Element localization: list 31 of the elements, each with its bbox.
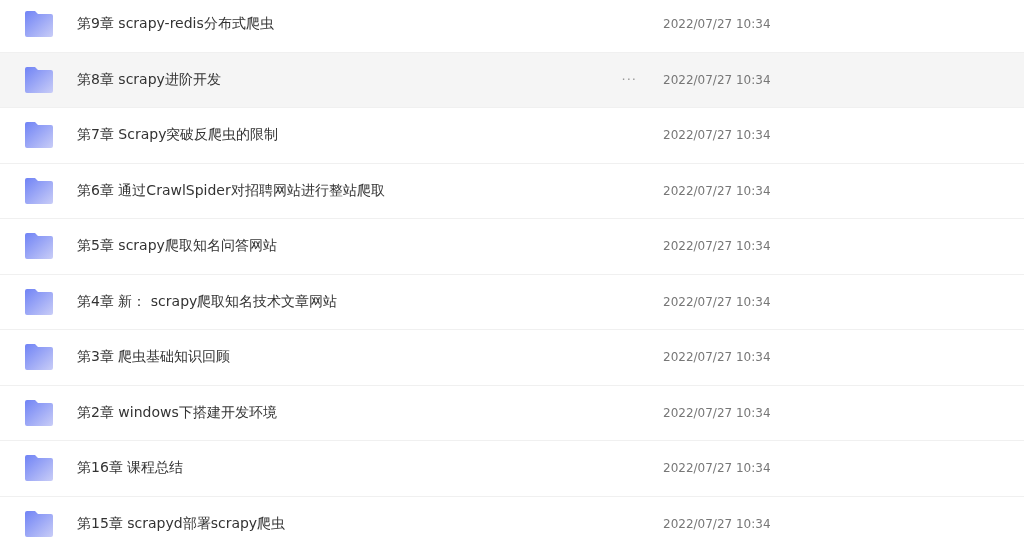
folder-icon <box>24 122 54 149</box>
folder-icon <box>24 399 54 426</box>
modified-date: 2022/07/27 10:34 <box>663 239 772 254</box>
folder-name: 第15章 scrapyd部署scrapy爬虫 <box>77 514 287 533</box>
folder-name: 第5章 scrapy爬取知名问答网站 <box>77 237 278 256</box>
folder-icon <box>24 455 54 482</box>
folder-name: 第16章 课程总结 <box>77 459 185 478</box>
folder-name: 第2章 windows下搭建开发环境 <box>77 403 278 422</box>
folder-name: 第9章 scrapy-redis分布式爬虫 <box>77 15 275 34</box>
folder-icon <box>24 177 54 204</box>
folder-name: 第4章 新： scrapy爬取知名技术文章网站 <box>77 292 339 311</box>
modified-date: 2022/07/27 10:34 <box>663 405 772 420</box>
modified-date: 2022/07/27 10:34 <box>663 461 772 476</box>
folder-row[interactable]: 第8章 scrapy进阶开发 ··· 2022/07/27 10:34 <box>0 52 1024 108</box>
folder-name: 第3章 爬虫基础知识回顾 <box>77 348 232 367</box>
modified-date: 2022/07/27 10:34 <box>663 183 772 198</box>
folder-icon <box>24 11 54 38</box>
modified-date: 2022/07/27 10:34 <box>663 350 772 365</box>
modified-date: 2022/07/27 10:34 <box>663 72 772 87</box>
modified-date: 2022/07/27 10:34 <box>663 128 772 143</box>
folder-icon <box>24 288 54 315</box>
folder-name: 第8章 scrapy进阶开发 <box>77 70 222 89</box>
modified-date: 2022/07/27 10:34 <box>663 516 772 531</box>
folder-icon <box>24 233 54 260</box>
folder-icon <box>24 344 54 371</box>
modified-date: 2022/07/27 10:34 <box>663 17 772 32</box>
modified-date: 2022/07/27 10:34 <box>663 294 772 309</box>
folder-icon <box>24 510 54 537</box>
folder-name: 第6章 通过CrawlSpider对招聘网站进行整站爬取 <box>77 181 386 200</box>
folder-icon <box>24 66 54 93</box>
folder-name: 第7章 Scrapy突破反爬虫的限制 <box>77 126 280 145</box>
